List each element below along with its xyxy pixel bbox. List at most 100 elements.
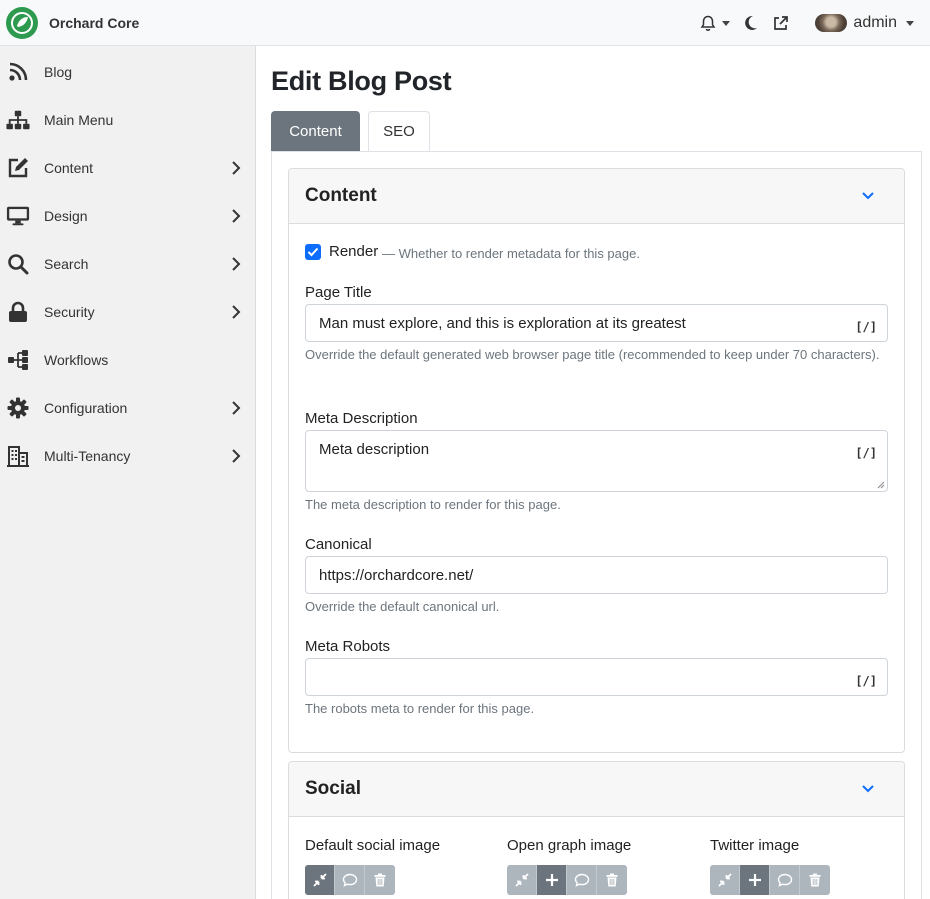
compress-icon [312,873,327,887]
meta-description-label: Meta Description [305,410,418,427]
sidebar-item-content[interactable]: Content [0,144,255,192]
default-social-image-label: Default social image [305,837,441,854]
canonical-input[interactable]: https://orchardcore.net/ [305,556,888,594]
sitemap-icon [6,108,30,132]
sidebar-item-security[interactable]: Security [0,288,255,336]
liquid-toggle-button[interactable]: [/] [855,674,877,688]
desktop-icon [6,204,30,228]
sidebar-item-label: Security [44,304,95,320]
default-social-image-toolbar [305,865,395,895]
page-title-label: Page Title [305,284,372,301]
comment-icon [342,873,357,887]
chevron-right-icon [232,257,241,271]
sidebar-item-label: Multi-Tenancy [44,448,131,464]
sidebar-item-configuration[interactable]: Configuration [0,384,255,432]
sidebar-item-label: Main Menu [44,112,114,128]
brand[interactable]: Orchard Core [0,0,139,46]
twitter-image-label: Twitter image [710,837,800,854]
comment-icon [777,873,792,887]
card-title: Social [305,778,361,799]
lock-icon [6,300,30,324]
sidebar-item-multi-tenancy[interactable]: Multi-Tenancy [0,432,255,480]
meta-description-textarea[interactable]: Meta description [/] [305,430,888,492]
plus-icon [545,874,558,886]
trash-icon [809,873,821,887]
cog-icon [6,396,30,420]
caption-button[interactable] [567,865,597,895]
user-menu-button[interactable]: admin [815,14,914,32]
edit-icon [6,156,30,180]
search-icon [6,252,30,276]
sidebar-item-design[interactable]: Design [0,192,255,240]
page-title: Edit Blog Post [271,66,452,96]
compress-icon [514,873,529,887]
trash-icon [606,873,618,887]
chevron-down-icon [906,20,914,26]
caption-button[interactable] [770,865,800,895]
tab-content[interactable]: Content [271,111,360,152]
add-media-button[interactable] [740,865,770,895]
twitter-image-toolbar [710,865,830,895]
caption-button[interactable] [335,865,365,895]
comment-icon [574,873,589,887]
sidebar-item-label: Design [44,208,88,224]
render-checkbox[interactable] [305,244,321,260]
top-navbar: Orchard Core admin [0,0,930,46]
page-title-input[interactable]: Man must explore, and this is exploratio… [305,304,888,342]
add-media-button[interactable] [537,865,567,895]
external-link-icon [774,15,789,30]
user-name: admin [853,14,897,31]
card-header: Social [289,762,904,817]
canonical-help: Override the default canonical url. [305,599,500,614]
orchard-core-logo-icon [6,6,38,39]
brand-name: Orchard Core [49,14,140,31]
page-title-value: Man must explore, and this is exploratio… [319,315,686,332]
visit-site-button[interactable] [772,15,789,32]
chevron-right-icon [232,401,241,415]
meta-robots-help: The robots meta to render for this page. [305,701,535,716]
open-graph-image-label: Open graph image [507,837,632,854]
sidebar-item-label: Search [44,256,89,272]
delete-button[interactable] [365,865,395,895]
top-right-actions: admin [686,0,914,46]
collapse-button[interactable] [507,865,537,895]
canonical-label: Canonical [305,536,372,553]
chevron-down-icon[interactable] [860,782,876,796]
trash-icon [374,873,386,887]
resize-handle-icon[interactable] [877,481,885,489]
card-title: Content [305,185,377,206]
sidebar-item-main-menu[interactable]: Main Menu [0,96,255,144]
sidebar-item-label: Content [44,160,94,176]
sidebar-item-workflows[interactable]: Workflows [0,336,255,384]
check-icon [307,247,319,257]
delete-button[interactable] [800,865,830,895]
open-graph-image-toolbar [507,865,627,895]
sidebar-item-label: Workflows [44,352,109,368]
sidebar-item-blog[interactable]: Blog [0,48,255,96]
render-label: Render [329,243,379,260]
tab-seo[interactable]: SEO [368,111,430,152]
collapse-button[interactable] [710,865,740,895]
notifications-button[interactable] [700,15,731,32]
chevron-down-icon[interactable] [860,189,876,203]
liquid-toggle-button[interactable]: [/] [855,320,877,334]
canonical-value: https://orchardcore.net/ [319,567,474,584]
chevron-down-icon [722,20,731,26]
compress-icon [717,873,732,887]
chevron-right-icon [232,209,241,223]
collapse-button[interactable] [305,865,335,895]
chevron-right-icon [232,449,241,463]
theme-toggle-button[interactable] [744,15,758,31]
rss-icon [6,60,30,84]
liquid-toggle-button[interactable]: [/] [855,446,877,460]
meta-robots-label: Meta Robots [305,638,391,655]
sidebar-item-label: Blog [44,64,73,80]
avatar [815,14,848,32]
delete-button[interactable] [597,865,627,895]
bell-icon [701,15,716,31]
chevron-right-icon [232,305,241,319]
meta-robots-input[interactable]: [/] [305,658,888,696]
sidebar-item-search[interactable]: Search [0,240,255,288]
moon-icon [745,15,758,30]
card-header: Content [289,169,904,224]
